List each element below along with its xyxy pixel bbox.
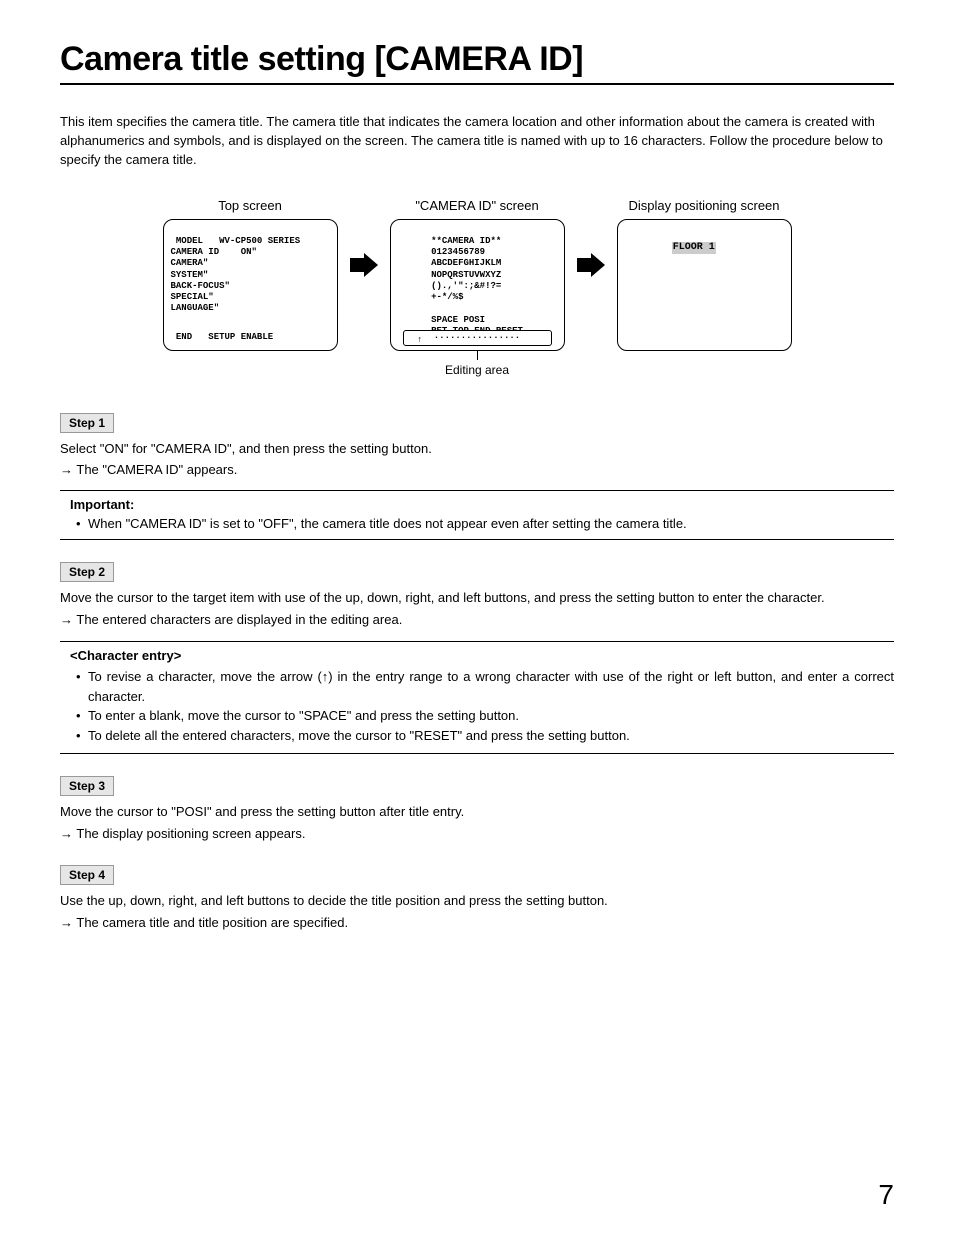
camid-screen-label: "CAMERA ID" screen bbox=[390, 198, 565, 213]
top-screen-col: Top screen MODEL WV-CP500 SERIES CAMERA … bbox=[163, 198, 338, 351]
character-entry-box: <Character entry> To revise a character,… bbox=[60, 641, 894, 754]
top-l3: CAMERA" bbox=[171, 258, 209, 268]
step-1-result: The "CAMERA ID" appears. bbox=[60, 460, 894, 480]
intro-paragraph: This item specifies the camera title. Th… bbox=[60, 113, 894, 170]
pos-screen-col: Display positioning screen FLOOR 1 bbox=[617, 198, 792, 351]
top-l7: LANGUAGE" bbox=[171, 303, 220, 313]
step-3-badge: Step 3 bbox=[60, 776, 114, 796]
top-screen-box: MODEL WV-CP500 SERIES CAMERA ID ON" CAME… bbox=[163, 219, 338, 351]
step-2-body: Move the cursor to the target item with … bbox=[60, 588, 894, 608]
character-entry-title: <Character entry> bbox=[70, 648, 894, 663]
step-2-badge: Step 2 bbox=[60, 562, 114, 582]
editing-cursor-arrow-icon: ↑ bbox=[418, 335, 423, 344]
camid-l7: SPACE POSI bbox=[431, 315, 485, 325]
step-1-important-box: Important: When "CAMERA ID" is set to "O… bbox=[60, 490, 894, 541]
arrow-icon bbox=[350, 198, 378, 222]
step-4-result: The camera title and title position are … bbox=[60, 913, 894, 933]
camid-l6: +-*/%$ bbox=[431, 292, 463, 302]
step-3: Step 3 Move the cursor to "POSI" and pre… bbox=[60, 776, 894, 843]
step-4-badge: Step 4 bbox=[60, 865, 114, 885]
char-entry-bullet-2: To enter a blank, move the cursor to "SP… bbox=[74, 706, 894, 726]
screens-row: Top screen MODEL WV-CP500 SERIES CAMERA … bbox=[60, 198, 894, 377]
camid-screen-col: "CAMERA ID" screen **CAMERA ID** 0123456… bbox=[390, 198, 565, 377]
step-3-result: The display positioning screen appears. bbox=[60, 824, 894, 844]
step-2: Step 2 Move the cursor to the target ite… bbox=[60, 562, 894, 754]
top-l5: BACK-FOCUS" bbox=[171, 281, 230, 291]
char-entry-bullet-3: To delete all the entered characters, mo… bbox=[74, 726, 894, 746]
step-1: Step 1 Select "ON" for "CAMERA ID", and … bbox=[60, 413, 894, 541]
camid-screen-box: **CAMERA ID** 0123456789 ABCDEFGHIJKLM N… bbox=[390, 219, 565, 351]
top-l1: MODEL WV-CP500 SERIES bbox=[171, 236, 301, 246]
editing-dots: ................ bbox=[434, 331, 520, 341]
step-1-important-bullet: When "CAMERA ID" is set to "OFF", the ca… bbox=[74, 514, 894, 534]
top-screen-label: Top screen bbox=[163, 198, 338, 213]
step-1-badge: Step 1 bbox=[60, 413, 114, 433]
top-l2: CAMERA ID ON" bbox=[171, 247, 257, 257]
editing-area-band: ................ ↑ bbox=[403, 330, 552, 346]
step-4: Step 4 Use the up, down, right, and left… bbox=[60, 865, 894, 932]
floor-label: FLOOR 1 bbox=[672, 242, 716, 255]
step-3-body: Move the cursor to "POSI" and press the … bbox=[60, 802, 894, 822]
arrow-icon bbox=[577, 198, 605, 222]
top-l4: SYSTEM" bbox=[171, 270, 209, 280]
step-4-body: Use the up, down, right, and left button… bbox=[60, 891, 894, 911]
camid-l1: **CAMERA ID** bbox=[431, 236, 501, 246]
pos-screen-box: FLOOR 1 bbox=[617, 219, 792, 351]
page-title: Camera title setting [CAMERA ID] bbox=[60, 40, 894, 79]
top-l6: SPECIAL" bbox=[171, 292, 214, 302]
camid-l4: NOPQRSTUVWXYZ bbox=[431, 270, 501, 280]
editing-leader-line bbox=[477, 350, 478, 360]
char-entry-bullet-1: To revise a character, move the arrow (↑… bbox=[74, 667, 894, 706]
camid-l2: 0123456789 bbox=[431, 247, 485, 257]
top-l8: END SETUP ENABLE bbox=[171, 332, 274, 342]
step-1-body: Select "ON" for "CAMERA ID", and then pr… bbox=[60, 439, 894, 459]
title-rule bbox=[60, 83, 894, 85]
step-2-result: The entered characters are displayed in … bbox=[60, 610, 894, 630]
camid-l3: ABCDEFGHIJKLM bbox=[431, 258, 501, 268]
pos-screen-label: Display positioning screen bbox=[617, 198, 792, 213]
camid-l5: ().,'":;&#!?= bbox=[431, 281, 501, 291]
step-1-important-title: Important: bbox=[70, 497, 894, 512]
page-number: 7 bbox=[878, 1179, 894, 1211]
